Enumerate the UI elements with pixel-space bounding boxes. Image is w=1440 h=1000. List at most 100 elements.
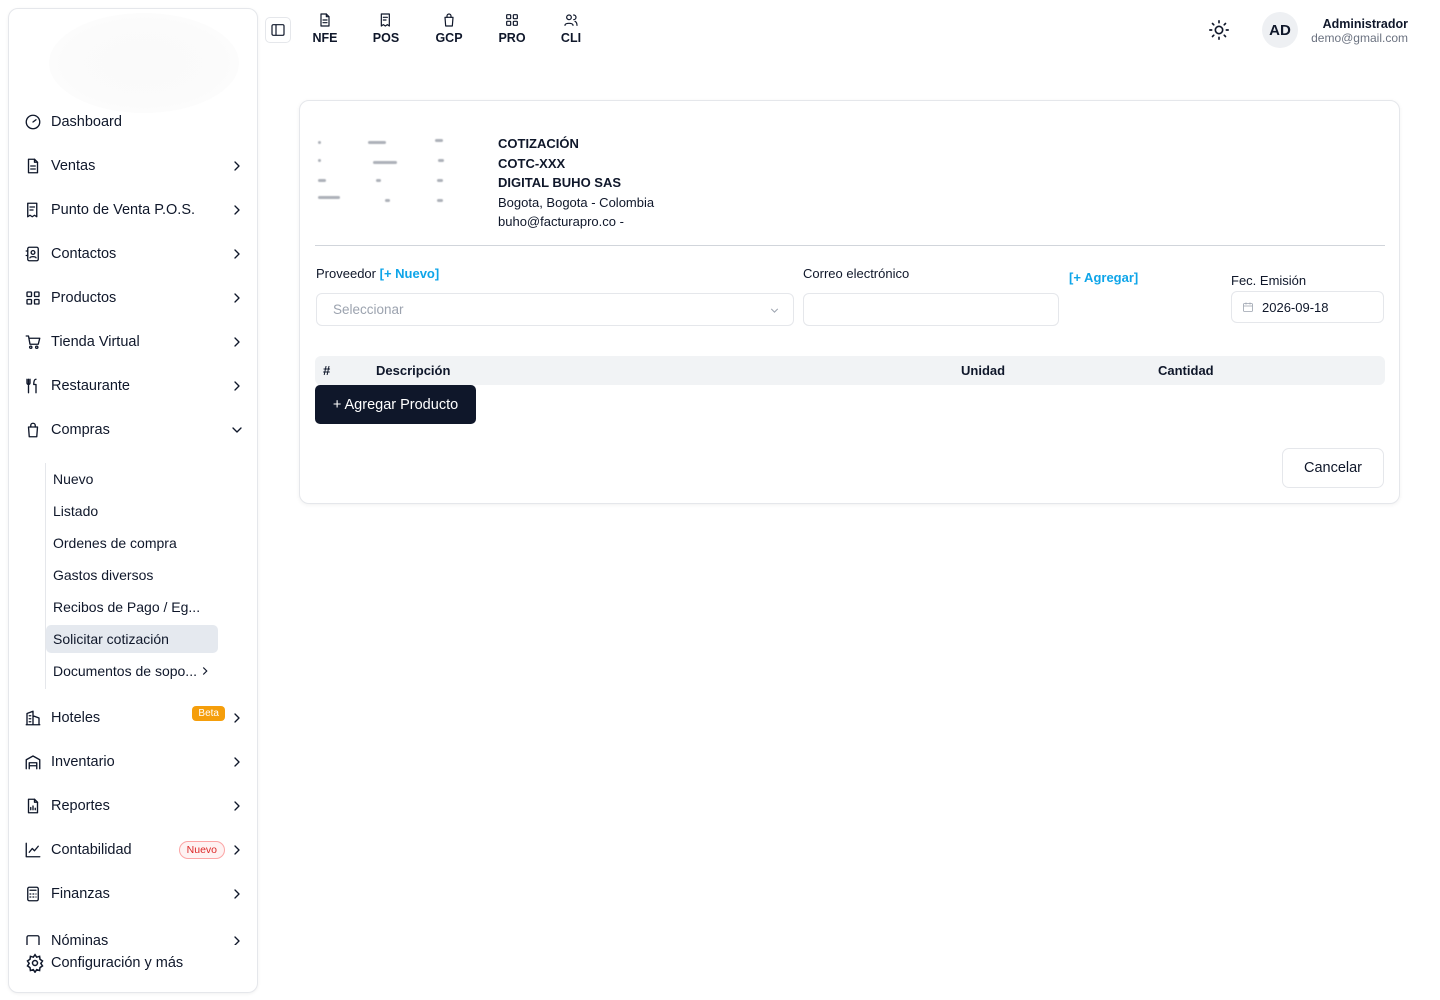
document-icon [23, 156, 43, 176]
building-icon [23, 708, 43, 728]
sidebar-item-hoteles[interactable]: Hoteles Beta [23, 703, 249, 733]
proveedor-select[interactable]: Seleccionar [316, 293, 794, 326]
sidebar-item-tienda-virtual[interactable]: Tienda Virtual [23, 327, 249, 357]
sidebar-item-label: Compras [51, 422, 110, 438]
chevron-right-icon [229, 798, 245, 814]
sub-item-solicitar-cotizacion[interactable]: Solicitar cotización [46, 625, 218, 653]
quote-form-card: COTIZACIÓN COTC-XXX DIGITAL BUHO SAS Bog… [299, 100, 1400, 504]
beta-badge: Beta [192, 706, 225, 721]
panel-left-icon [271, 24, 285, 36]
tab-cli[interactable]: CLI [551, 12, 591, 52]
add-product-button[interactable]: + Agregar Producto [315, 385, 476, 424]
tab-label: CLI [560, 31, 582, 45]
sidebar-item-label: Dashboard [51, 114, 122, 130]
tab-label: GCP [435, 31, 463, 45]
chevron-right-icon [229, 710, 245, 726]
sidebar-item-label: Ventas [51, 158, 96, 174]
document-icon [320, 13, 330, 27]
column-header-description: Descripción [376, 363, 451, 378]
sidebar-item-label: Restaurante [51, 378, 130, 394]
chart-icon [23, 840, 43, 860]
sidebar-item-label: Contabilidad [51, 842, 132, 858]
company-contact: buho@facturapro.co - [498, 214, 624, 229]
sub-item-documentos-de-soporte[interactable]: Documentos de sopo... [46, 657, 218, 685]
sub-item-ordenes-de-compra[interactable]: Ordenes de compra [46, 529, 218, 557]
calendar-icon [1243, 302, 1253, 312]
column-header-quantity: Cantidad [1158, 363, 1214, 378]
tab-gcp[interactable]: GCP [429, 12, 469, 52]
divider [315, 245, 1385, 246]
tab-pos[interactable]: POS [366, 12, 406, 52]
cart-icon [23, 332, 43, 352]
quote-title: COTIZACIÓN [498, 136, 579, 151]
contacts-icon [23, 244, 43, 264]
pos-receipt-icon [380, 13, 390, 27]
compras-submenu: Nuevo Listado Ordenes de compra Gastos d… [45, 463, 245, 689]
sub-item-nuevo[interactable]: Nuevo [46, 465, 218, 493]
chevron-right-icon [229, 842, 245, 858]
cancel-button[interactable]: Cancelar [1282, 448, 1384, 488]
tab-label: POS [372, 31, 400, 45]
sidebar-item-label: Finanzas [51, 886, 110, 902]
sidebar-item-productos[interactable]: Productos [23, 283, 249, 313]
email-field[interactable] [803, 293, 1059, 326]
chevron-down-icon [229, 422, 245, 438]
add-email-link[interactable]: [+ Agregar] [1069, 270, 1138, 285]
sidebar-item-label: Reportes [51, 798, 110, 814]
theme-toggle-button[interactable] [1208, 19, 1232, 43]
sidebar-item-dashboard[interactable]: Dashboard [23, 107, 249, 137]
user-email: demo@gmail.com [1311, 31, 1408, 45]
payroll-icon [23, 931, 43, 945]
chevron-right-icon [229, 290, 245, 306]
sidebar-item-reportes[interactable]: Reportes [23, 791, 249, 821]
new-proveedor-link[interactable]: [+ Nuevo] [380, 266, 440, 281]
sidebar-item-ventas[interactable]: Ventas [23, 151, 249, 181]
column-header-number: # [323, 363, 331, 378]
shopping-bag-icon [444, 13, 454, 27]
report-icon [23, 796, 43, 816]
sub-item-label: Documentos de sopo... [53, 663, 197, 679]
sidebar-item-contabilidad[interactable]: Contabilidad Nuevo [23, 835, 249, 865]
sidebar-item-label: Tienda Virtual [51, 334, 140, 350]
sidebar-item-label: Nóminas [51, 933, 109, 945]
sub-item-gastos-diversos[interactable]: Gastos diversos [46, 561, 218, 589]
tab-label: NFE [312, 31, 338, 45]
shopping-bag-icon [23, 420, 43, 440]
user-name: Administrador [1322, 17, 1408, 31]
chevron-right-icon [229, 754, 245, 770]
issue-date-field[interactable]: 2026-09-18 [1231, 291, 1384, 323]
quote-number: COTC-XXX [498, 155, 566, 171]
sidebar-item-inventario[interactable]: Inventario [23, 747, 249, 777]
company-info: COTIZACIÓN COTC-XXX DIGITAL BUHO SAS Bog… [498, 134, 654, 232]
settings-menu-button[interactable]: Configuración y más [25, 949, 183, 977]
chevron-right-icon [198, 664, 212, 678]
sidebar-item-pos[interactable]: Punto de Venta P.O.S. [23, 195, 249, 225]
app-logo[interactable] [49, 13, 239, 113]
chevron-right-icon [229, 334, 245, 350]
sidebar-item-label: Productos [51, 290, 117, 306]
sidebar-item-restaurante[interactable]: Restaurante [23, 371, 249, 401]
tab-nfe[interactable]: NFE [305, 12, 345, 52]
sidebar-toggle-button[interactable] [265, 17, 291, 43]
grid-icon [506, 14, 518, 26]
issue-date-value: 2026-09-18 [1262, 299, 1329, 315]
date-label: Fec. Emisión [1231, 273, 1307, 288]
sidebar: Dashboard Ventas Punto de Venta P.O.S. C… [8, 8, 258, 993]
proveedor-label: Proveedor [+ Nuevo] [316, 266, 439, 281]
chevron-right-icon [229, 378, 245, 394]
sidebar-item-compras[interactable]: Compras [23, 415, 249, 445]
products-table-header: # Descripción Unidad Cantidad [315, 356, 1385, 385]
chevron-right-icon [229, 202, 245, 218]
pos-receipt-icon [23, 200, 43, 220]
sidebar-item-contactos[interactable]: Contactos [23, 239, 249, 269]
sidebar-item-label: Inventario [51, 754, 115, 770]
proveedor-select-placeholder: Seleccionar [333, 302, 404, 317]
nuevo-badge: Nuevo [178, 841, 225, 859]
avatar[interactable]: AD [1262, 12, 1298, 48]
sub-item-listado[interactable]: Listado [46, 497, 218, 525]
tab-pro[interactable]: PRO [492, 12, 532, 52]
sun-icon [1209, 20, 1229, 40]
sidebar-item-nominas[interactable]: Nóminas [23, 929, 249, 945]
sidebar-item-finanzas[interactable]: Finanzas [23, 879, 249, 909]
sub-item-recibos-de-pago[interactable]: Recibos de Pago / Eg... [46, 593, 218, 621]
